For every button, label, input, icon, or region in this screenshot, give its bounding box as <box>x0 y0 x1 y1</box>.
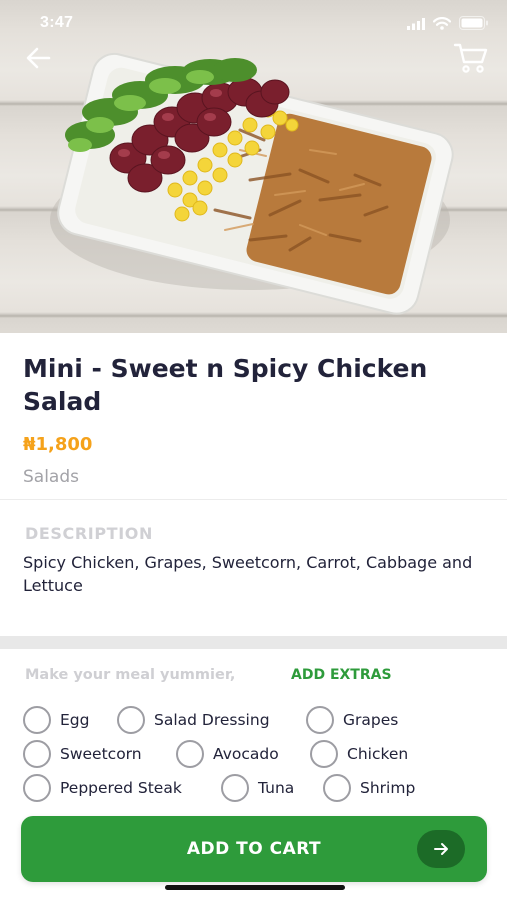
extra-option-label: Chicken <box>347 745 409 763</box>
radio-button[interactable] <box>323 774 351 802</box>
extra-option-label: Salad Dressing <box>154 711 270 729</box>
status-icons <box>407 15 489 34</box>
add-extras-link[interactable]: ADD EXTRAS <box>291 667 392 683</box>
add-to-cart-button[interactable]: ADD TO CART <box>21 816 487 882</box>
extras-prompt: Make your meal yummier, <box>25 667 236 683</box>
shopping-cart-icon <box>453 43 489 80</box>
extra-option-label: Tuna <box>258 779 295 797</box>
section-divider <box>0 636 507 649</box>
extra-option-label: Shrimp <box>360 779 416 797</box>
extra-option-tuna[interactable]: Tuna <box>221 774 294 802</box>
product-price: ₦1,800 <box>23 434 93 455</box>
divider <box>0 499 507 500</box>
description-text: Spicy Chicken, Grapes, Sweetcorn, Carrot… <box>23 553 473 595</box>
description-label: DESCRIPTION <box>25 524 153 543</box>
radio-button[interactable] <box>310 740 338 768</box>
extra-option-avocado[interactable]: Avocado <box>176 740 279 768</box>
radio-button[interactable] <box>23 740 51 768</box>
extra-option-salad-dressing[interactable]: Salad Dressing <box>117 706 270 734</box>
extra-option-chicken[interactable]: Chicken <box>310 740 408 768</box>
radio-button[interactable] <box>221 774 249 802</box>
arrow-right-icon <box>417 830 465 868</box>
signal-icon <box>407 15 425 34</box>
extra-option-label: Egg <box>60 711 90 729</box>
extra-option-label: Sweetcorn <box>60 745 142 763</box>
home-indicator <box>165 885 345 890</box>
extra-option-peppered-steak[interactable]: Peppered Steak <box>23 774 182 802</box>
product-image <box>0 0 507 333</box>
extra-option-label: Grapes <box>343 711 399 729</box>
extra-option-grapes[interactable]: Grapes <box>306 706 398 734</box>
radio-button[interactable] <box>306 706 334 734</box>
extra-option-sweetcorn[interactable]: Sweetcorn <box>23 740 142 768</box>
extra-option-label: Peppered Steak <box>60 779 182 797</box>
extra-option-shrimp[interactable]: Shrimp <box>323 774 415 802</box>
battery-icon <box>459 15 489 34</box>
product-title: Mini - Sweet n Spicy Chicken Salad <box>23 354 428 416</box>
status-bar: 3:47 <box>0 0 507 48</box>
extra-option-label: Avocado <box>213 745 279 763</box>
back-button[interactable] <box>22 40 58 76</box>
radio-button[interactable] <box>23 706 51 734</box>
arrow-left-icon <box>22 47 58 80</box>
status-time: 3:47 <box>40 14 74 31</box>
radio-button[interactable] <box>176 740 204 768</box>
cart-button[interactable] <box>453 40 489 76</box>
radio-button[interactable] <box>117 706 145 734</box>
radio-button[interactable] <box>23 774 51 802</box>
product-category: Salads <box>23 467 79 487</box>
extra-option-egg[interactable]: Egg <box>23 706 89 734</box>
wifi-icon <box>432 15 452 34</box>
